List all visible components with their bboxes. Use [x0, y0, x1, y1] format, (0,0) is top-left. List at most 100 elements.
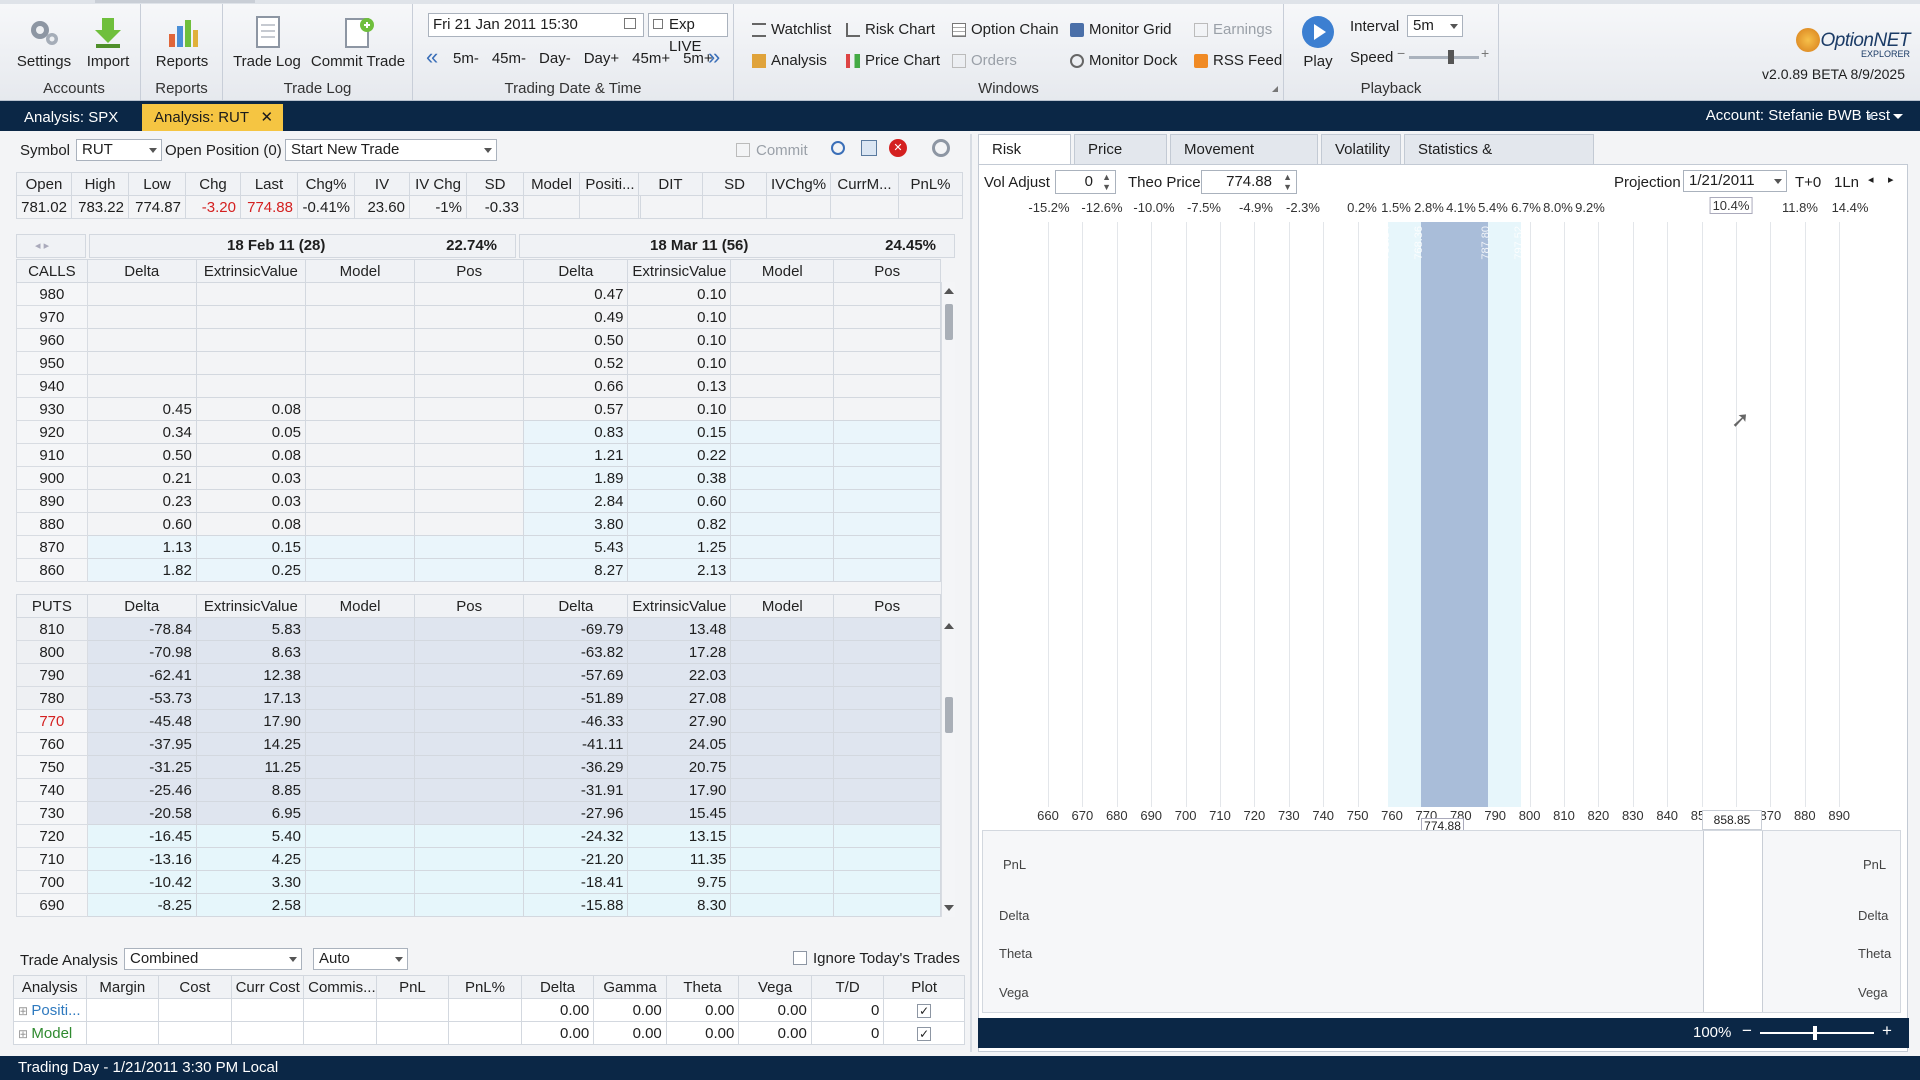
pos-cell[interactable]: [833, 374, 941, 398]
model-cell[interactable]: [730, 824, 835, 848]
tab-statistics-fundamentals[interactable]: Statistics & Fundamentals: [1404, 134, 1594, 188]
delete-icon[interactable]: ✕: [889, 139, 907, 157]
expiry-mar-header[interactable]: 18 Mar 11 (56) 24.45%: [519, 234, 955, 258]
chain-row[interactable]: 920 0.34 0.05 0.83 0.15: [16, 420, 941, 444]
gear-icon[interactable]: [932, 139, 950, 157]
chevron-left-icon[interactable]: ◂: [1868, 173, 1874, 186]
interval-select[interactable]: 5m: [1407, 15, 1463, 37]
delta-cell[interactable]: 0.60: [86, 512, 197, 536]
pos-cell[interactable]: [833, 397, 941, 421]
extrinsic-cell[interactable]: 15.45: [627, 801, 732, 825]
model-cell[interactable]: [730, 512, 835, 536]
pos-cell[interactable]: [414, 466, 525, 490]
analysis-header[interactable]: Delta: [520, 975, 595, 999]
extrinsic-cell[interactable]: [195, 328, 306, 352]
model-cell[interactable]: [304, 282, 416, 306]
delta-cell[interactable]: 3.80: [523, 512, 629, 536]
delta-cell[interactable]: 2.84: [523, 489, 629, 513]
pos-cell[interactable]: [414, 847, 525, 871]
extrinsic-cell[interactable]: 11.25: [195, 755, 306, 779]
model-cell[interactable]: [304, 397, 416, 421]
pos-cell[interactable]: [414, 397, 525, 421]
model-cell[interactable]: [304, 512, 416, 536]
extrinsic-cell[interactable]: 0.03: [195, 489, 306, 513]
model-cell[interactable]: [730, 755, 835, 779]
extrinsic-cell[interactable]: 12.38: [195, 663, 306, 687]
pnl-header[interactable]: SD: [702, 172, 767, 196]
delta-cell[interactable]: -24.32: [523, 824, 629, 848]
analysis-header[interactable]: Theta: [665, 975, 740, 999]
pos-cell[interactable]: [414, 824, 525, 848]
pos-cell[interactable]: [833, 801, 941, 825]
extrinsic-cell[interactable]: [195, 282, 306, 306]
zoom-in-icon[interactable]: +: [1882, 1021, 1892, 1041]
vol-adjust-spinner[interactable]: 0 ▲ ▼: [1055, 170, 1116, 194]
step-minus-5m[interactable]: 5m-: [453, 50, 479, 67]
pos-cell[interactable]: [414, 535, 525, 559]
calendar-icon[interactable]: [624, 18, 636, 29]
model-cell[interactable]: [730, 893, 835, 917]
pos-cell[interactable]: [833, 351, 941, 375]
tab-movement-analysis[interactable]: Movement Analysis: [1170, 134, 1318, 188]
delta-cell[interactable]: 0.57: [523, 397, 629, 421]
analysis-header[interactable]: PnL: [375, 975, 450, 999]
delta-cell[interactable]: -25.46: [86, 778, 197, 802]
tab-volatility[interactable]: Volatility: [1321, 134, 1401, 164]
model-cell[interactable]: [304, 732, 416, 756]
delta-cell[interactable]: 0.21: [86, 466, 197, 490]
extrinsic-cell[interactable]: 0.03: [195, 466, 306, 490]
analysis-header[interactable]: Plot: [883, 975, 965, 999]
pos-cell[interactable]: [833, 640, 941, 664]
delta-cell[interactable]: 1.82: [86, 558, 197, 582]
model-cell[interactable]: [730, 686, 835, 710]
column-header-model[interactable]: Model: [304, 594, 416, 618]
extrinsic-cell[interactable]: 0.08: [195, 443, 306, 467]
search-icon[interactable]: [831, 141, 845, 155]
model-cell[interactable]: [304, 489, 416, 513]
extrinsic-cell[interactable]: 0.10: [627, 328, 732, 352]
model-cell[interactable]: [730, 420, 835, 444]
trade-log-button[interactable]: Trade Log: [231, 14, 303, 70]
chevron-right-icon[interactable]: ▸: [1888, 173, 1894, 186]
column-header-extrinsicvalue[interactable]: ExtrinsicValue: [627, 259, 732, 283]
delta-cell[interactable]: -15.88: [523, 893, 629, 917]
quote-header[interactable]: IV: [354, 172, 410, 196]
step-minus-45m[interactable]: 45m-: [492, 50, 526, 67]
pos-cell[interactable]: [414, 328, 525, 352]
delta-cell[interactable]: -78.84: [86, 617, 197, 641]
orders-button[interactable]: Orders: [952, 52, 1017, 69]
delta-cell[interactable]: [86, 282, 197, 306]
reports-button[interactable]: Reports: [151, 14, 213, 70]
delta-cell[interactable]: -13.16: [86, 847, 197, 871]
monitor-grid-button[interactable]: Monitor Grid: [1070, 21, 1172, 38]
column-header-model[interactable]: Model: [730, 259, 835, 283]
analysis-header[interactable]: Gamma: [593, 975, 667, 999]
pos-cell[interactable]: [833, 663, 941, 687]
chain-row[interactable]: 960 0.50 0.10: [16, 328, 941, 352]
chain-row[interactable]: 770 -45.48 17.90 -46.33 27.90: [16, 709, 941, 733]
expiry-selector[interactable]: Exp LIVE: [648, 13, 728, 55]
extrinsic-cell[interactable]: 8.30: [627, 893, 732, 917]
delta-cell[interactable]: 0.23: [86, 489, 197, 513]
model-cell[interactable]: [730, 558, 835, 582]
pos-cell[interactable]: [833, 778, 941, 802]
extrinsic-cell[interactable]: 17.13: [195, 686, 306, 710]
quote-header[interactable]: SD: [466, 172, 524, 196]
import-button[interactable]: Import: [80, 14, 136, 70]
chain-row[interactable]: 900 0.21 0.03 1.89 0.38: [16, 466, 941, 490]
delta-cell[interactable]: -20.58: [86, 801, 197, 825]
model-cell[interactable]: [730, 663, 835, 687]
quote-header[interactable]: IV Chg: [409, 172, 467, 196]
model-cell[interactable]: [730, 640, 835, 664]
quote-header[interactable]: High: [71, 172, 129, 196]
pos-cell[interactable]: [833, 420, 941, 444]
model-cell[interactable]: [304, 640, 416, 664]
settings-button[interactable]: Settings: [14, 14, 74, 70]
chain-row[interactable]: 740 -25.46 8.85 -31.91 17.90: [16, 778, 941, 802]
extrinsic-cell[interactable]: 14.25: [195, 732, 306, 756]
step-plus-day[interactable]: Day+: [584, 50, 619, 67]
delta-cell[interactable]: 0.49: [523, 305, 629, 329]
expand-icon[interactable]: ⊞: [18, 1027, 31, 1041]
chain-row[interactable]: 860 1.82 0.25 8.27 2.13: [16, 558, 941, 582]
model-cell[interactable]: [304, 893, 416, 917]
